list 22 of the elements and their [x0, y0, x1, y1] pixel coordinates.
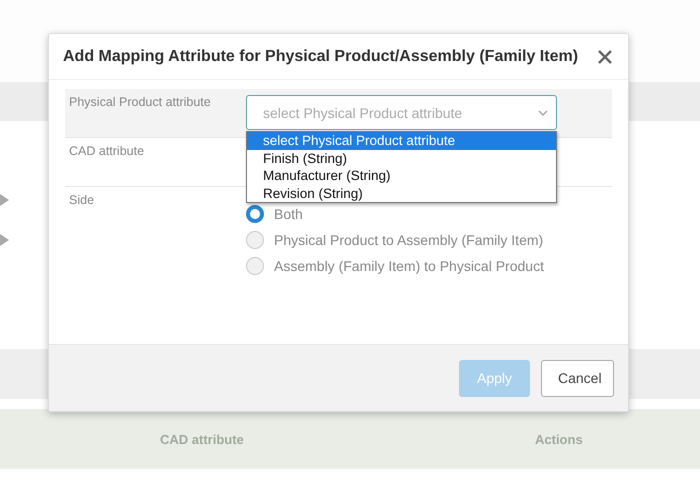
radio-button[interactable]: [246, 257, 264, 275]
expand-right-icon[interactable]: [0, 193, 10, 207]
radio-option[interactable]: Both: [246, 205, 612, 223]
field-label: Side: [68, 192, 96, 209]
radio-option[interactable]: Assembly (Family Item) to Physical Product: [246, 257, 612, 275]
caret-icon: [538, 110, 548, 116]
field-label: Physical Product attribute: [68, 94, 212, 111]
radio-button[interactable]: [246, 231, 264, 249]
dropdown-option[interactable]: Finish (String): [247, 150, 556, 167]
dropdown-option[interactable]: Revision (String): [247, 184, 556, 202]
radio-option[interactable]: Physical Product to Assembly (Family Item): [246, 231, 612, 249]
cancel-button[interactable]: Cancel: [541, 360, 614, 396]
column-header: CAD attribute: [160, 432, 245, 446]
expand-right-icon[interactable]: [0, 233, 10, 247]
field-label: CAD attribute: [68, 143, 146, 160]
column-header: Actions: [535, 432, 584, 446]
dropdown-option[interactable]: select Physical Product attribute: [247, 132, 556, 150]
radio-button[interactable]: [246, 205, 264, 223]
attribute-select[interactable]: select Physical Product attribute: [246, 95, 557, 130]
close-icon[interactable]: [598, 50, 612, 64]
dialog-title: Add Mapping Attribute for Physical Product/Assembly (Family Item): [63, 48, 578, 66]
dropdown-option[interactable]: Manufacturer (String): [247, 167, 556, 184]
